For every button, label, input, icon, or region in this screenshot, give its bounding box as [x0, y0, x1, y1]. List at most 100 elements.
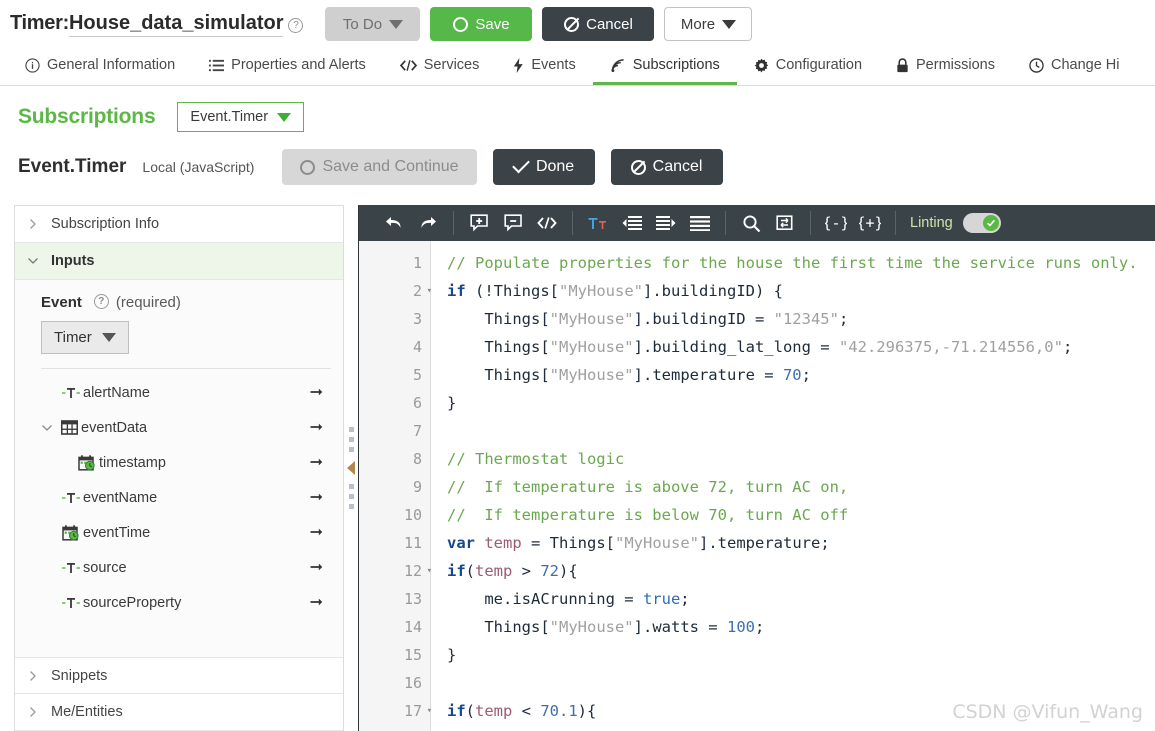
todo-dropdown[interactable]: To Do	[325, 7, 420, 41]
tab-general-information[interactable]: General Information	[8, 48, 192, 85]
code-token: "MyHouse"	[559, 282, 643, 300]
remove-comment-icon[interactable]	[498, 209, 528, 237]
grip-dot	[349, 447, 354, 452]
line-number: 1	[359, 249, 430, 277]
expand-all-icon[interactable]: {+}	[855, 209, 885, 237]
accordion-inputs[interactable]: Inputs	[15, 243, 343, 280]
redo-icon[interactable]	[413, 209, 443, 237]
arrow-right-icon[interactable]: ➞	[310, 455, 323, 471]
linting-control[interactable]: Linting	[896, 213, 1001, 233]
code-snippet-icon[interactable]	[532, 209, 562, 237]
code-line: // Populate properties for the house the…	[447, 249, 1155, 277]
save-and-continue-button[interactable]: Save and Continue	[282, 149, 476, 185]
collapse-left-icon[interactable]	[347, 461, 355, 475]
tree-item-source[interactable]: source ➞	[41, 550, 331, 585]
code-line: if(temp < 70.1){	[447, 697, 1155, 725]
fold-toggle-icon[interactable]: ▾	[427, 557, 432, 585]
tab-label: Permissions	[916, 57, 995, 73]
font-size-icon[interactable]	[583, 209, 613, 237]
clock-icon	[1029, 58, 1044, 73]
format-lines-icon[interactable]	[685, 209, 715, 237]
code-line: if(temp > 72){	[447, 557, 1155, 585]
save-circle-icon	[300, 160, 315, 175]
tree-item-label: eventTime	[83, 525, 310, 541]
arrow-right-icon[interactable]: ➞	[310, 525, 323, 541]
panel-splitter-handle[interactable]	[344, 205, 358, 731]
search-icon[interactable]	[736, 209, 766, 237]
code-editor-toolbar: {-} {+} Linting	[359, 205, 1155, 241]
tab-events[interactable]: Events	[496, 48, 592, 85]
code-line: var temp = Things["MyHouse"].temperature…	[447, 529, 1155, 557]
code-content[interactable]: // Populate properties for the house the…	[431, 241, 1155, 731]
tree-item-sourceproperty[interactable]: sourceProperty ➞	[41, 585, 331, 620]
cancel-button[interactable]: Cancel	[542, 7, 654, 41]
code-token: 70.1	[540, 702, 577, 720]
tab-label: Change Hi	[1051, 57, 1120, 73]
fold-toggle-icon[interactable]: ▾	[427, 277, 432, 305]
tree-item-label: timestamp	[99, 455, 310, 471]
tab-subscriptions[interactable]: Subscriptions	[593, 48, 737, 85]
chevron-right-icon	[27, 670, 39, 682]
code-token: }	[447, 646, 456, 664]
line-number: 14	[359, 613, 430, 641]
save-circle-icon	[453, 17, 468, 32]
event-type-dropdown[interactable]: Timer	[41, 321, 129, 354]
accordion-me-entities[interactable]: Me/Entities	[15, 694, 343, 731]
code-editor-area[interactable]: 12▾3456789101112▾1314151617▾ // Populate…	[359, 241, 1155, 731]
code-token: }	[447, 394, 456, 412]
code-line	[447, 669, 1155, 697]
question-circle-icon[interactable]: ?	[288, 18, 303, 33]
save-continue-label: Save and Continue	[322, 158, 458, 176]
done-button[interactable]: Done	[493, 149, 595, 185]
tree-item-alertname[interactable]: alertName ➞	[41, 375, 331, 410]
arrow-right-icon[interactable]: ➞	[310, 560, 323, 576]
code-token: Things[	[447, 310, 550, 328]
indent-icon[interactable]	[651, 209, 681, 237]
add-comment-icon[interactable]	[464, 209, 494, 237]
arrow-right-icon[interactable]: ➞	[310, 385, 323, 401]
tab-configuration[interactable]: Configuration	[737, 48, 879, 85]
datetime-icon	[75, 455, 99, 471]
chevron-right-icon	[27, 706, 39, 718]
tab-label: General Information	[47, 57, 175, 73]
collapse-all-icon[interactable]: {-}	[821, 209, 851, 237]
fold-toggle-icon[interactable]: ▾	[427, 697, 432, 725]
arrow-right-icon[interactable]: ➞	[310, 595, 323, 611]
code-token: ){	[559, 562, 578, 580]
question-circle-icon[interactable]: ?	[94, 294, 109, 309]
cancel-label: Cancel	[586, 16, 633, 33]
accordion-snippets[interactable]: Snippets	[15, 657, 343, 694]
tab-change-history[interactable]: Change Hi	[1012, 48, 1137, 85]
text-type-icon	[59, 561, 83, 575]
tree-item-timestamp[interactable]: timestamp ➞	[41, 445, 331, 480]
format-button-group	[573, 205, 725, 241]
arrow-right-icon[interactable]: ➞	[310, 420, 323, 436]
datetime-icon	[59, 525, 83, 541]
accordion-subscription-info[interactable]: Subscription Info	[15, 206, 343, 243]
arrow-right-icon[interactable]: ➞	[310, 490, 323, 506]
chevron-down-icon[interactable]	[41, 422, 57, 434]
code-token: var	[447, 534, 475, 552]
rss-icon	[610, 58, 626, 73]
tab-services[interactable]: Services	[383, 48, 497, 85]
line-number: 7	[359, 417, 430, 445]
find-replace-icon[interactable]	[770, 209, 800, 237]
linting-toggle[interactable]	[963, 213, 1001, 233]
cancel-subscription-button[interactable]: Cancel	[611, 149, 723, 185]
save-button[interactable]: Save	[430, 7, 532, 41]
line-number: 12▾	[359, 557, 430, 585]
undo-icon[interactable]	[379, 209, 409, 237]
tab-properties-and-alerts[interactable]: Properties and Alerts	[192, 48, 383, 85]
cancel-label: Cancel	[653, 158, 703, 176]
tree-item-eventtime[interactable]: eventTime ➞	[41, 515, 331, 550]
more-dropdown[interactable]: More	[664, 7, 752, 41]
outdent-icon[interactable]	[617, 209, 647, 237]
tab-permissions[interactable]: Permissions	[879, 48, 1012, 85]
tree-item-eventdata[interactable]: eventData ➞	[41, 410, 331, 445]
event-selector-dropdown[interactable]: Event.Timer	[177, 102, 304, 132]
code-token: (	[466, 702, 475, 720]
inputs-body: Event ? (required) Timer alertName ➞	[15, 280, 343, 657]
search-button-group	[726, 205, 810, 241]
title-entity-name: House_data_simulator	[69, 12, 284, 37]
tree-item-eventname[interactable]: eventName ➞	[41, 480, 331, 515]
